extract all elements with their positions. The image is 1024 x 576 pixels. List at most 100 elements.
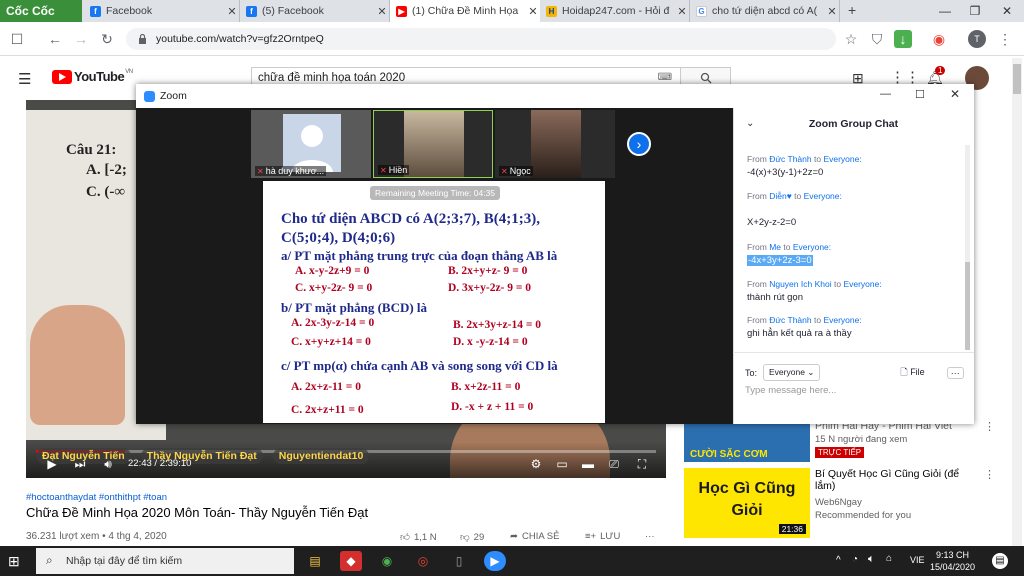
zoom-maximize-icon[interactable]: ☐	[915, 88, 925, 101]
back-icon[interactable]: ←	[46, 30, 64, 48]
notification-center-icon[interactable]: ▤	[992, 553, 1008, 569]
dislike-count: 29	[473, 531, 485, 543]
taskbar-clock[interactable]: 9:13 CH 15/04/2020	[930, 549, 975, 573]
zoom-titlebar: Zoom	[136, 84, 974, 108]
recommendation-meta: Recommended for you	[815, 510, 912, 521]
file-explorer-icon[interactable]: ▤	[304, 551, 326, 571]
profile-avatar[interactable]: T	[968, 30, 986, 48]
add-to-playlist-icon: ≡+	[585, 531, 597, 542]
tab-title: (5) Facebook	[262, 5, 324, 17]
zoom-taskbar-icon[interactable]: ▶	[484, 551, 506, 571]
new-tab-button[interactable]: +	[848, 2, 856, 18]
play-icon[interactable]: ▶	[44, 457, 60, 471]
windows-start-icon[interactable]: ⊞	[8, 553, 20, 570]
taskbar-search-input[interactable]: ⌕ Nhập tại đây để tìm kiếm	[36, 548, 294, 574]
participant-name: Ngọc	[499, 166, 533, 176]
view-count: 36.231 lượt xem • 4 thg 4, 2020	[26, 531, 167, 542]
zoom-close-icon[interactable]: ✕	[950, 87, 960, 101]
cast-icon[interactable]: ⎚	[606, 457, 622, 471]
option: A. 2x+z-11 = 0	[291, 381, 361, 393]
zoom-title: Zoom	[160, 90, 187, 102]
hashtags[interactable]: #hoctoanthaydat #onthithpt #toan	[26, 492, 167, 503]
more-options-icon[interactable]: ⋮	[984, 468, 995, 481]
minimize-icon[interactable]: —	[930, 0, 960, 22]
address-bar[interactable]: youtube.com/watch?v=gfz2OrntpeQ	[126, 28, 836, 50]
language-indicator[interactable]: VIE	[910, 555, 925, 565]
zoom-minimize-icon[interactable]: —	[880, 88, 891, 100]
recommendation-thumbnail[interactable]: Học Gì Cũng Giỏi 21:36	[684, 468, 810, 538]
tray-chevron-icon[interactable]: ^	[836, 555, 841, 566]
remaining-time-badge: Remaining Meeting Time: 04:35	[370, 186, 501, 200]
close-tab-icon[interactable]: ✕	[526, 5, 540, 18]
page-scrollbar[interactable]	[1012, 58, 1022, 546]
like-button[interactable]: 👍︎ 1,1 N	[400, 531, 437, 544]
youtube-logo[interactable]: YouTube VN	[52, 69, 133, 84]
recipient-dropdown[interactable]: Everyone ⌄	[763, 364, 821, 381]
option: B. 2x+y+z- 9 = 0	[448, 265, 528, 277]
next-participants-button[interactable]: ›	[627, 132, 651, 156]
coccoc-logo[interactable]: Cốc Cốc	[0, 0, 82, 22]
file-button[interactable]: 🗋︎ File	[900, 365, 924, 381]
close-window-icon[interactable]: ✕	[992, 0, 1022, 22]
video-time: 22:43 / 2:39:10	[128, 458, 192, 469]
chat-more-icon[interactable]: ···	[946, 366, 964, 379]
participant-tile[interactable]: hà duy khươ...	[251, 110, 371, 178]
download-icon[interactable]: ↓	[894, 30, 912, 48]
option: A. 2x-3y-z-14 = 0	[291, 317, 375, 329]
speaker-icon[interactable]: 🔈︎	[868, 553, 875, 566]
miniplayer-icon[interactable]: ▭	[554, 457, 570, 471]
share-button[interactable]: ➦ CHIA SẺ	[510, 531, 559, 542]
facebook-icon: f	[246, 5, 257, 17]
shield-icon[interactable]: ⛉	[868, 30, 886, 48]
participant-tile[interactable]: Ngọc	[495, 110, 615, 178]
zoom-logo-icon	[144, 90, 155, 102]
reload-icon[interactable]: ↻	[98, 30, 116, 48]
chat-message-input[interactable]: Type message here...	[745, 385, 836, 396]
chat-scrollbar-thumb[interactable]	[965, 262, 970, 350]
maximize-icon[interactable]: ❐	[960, 0, 990, 22]
close-tab-icon[interactable]: ✕	[375, 5, 389, 18]
close-tab-icon[interactable]: ✕	[675, 5, 689, 18]
tray-app-icon[interactable]: ◔	[852, 554, 858, 565]
forward-icon[interactable]: →	[72, 30, 90, 48]
tab-facebook-2[interactable]: f (5) Facebook ✕	[240, 0, 390, 22]
close-tab-icon[interactable]: ✕	[225, 5, 239, 18]
game-app-icon[interactable]: ◆	[340, 551, 362, 571]
next-icon[interactable]: ⏭	[72, 457, 88, 471]
close-tab-icon[interactable]: ✕	[825, 5, 839, 18]
dislike-button[interactable]: 👎︎ 29	[460, 531, 485, 544]
hamburger-menu-icon[interactable]: ☰	[18, 70, 31, 88]
save-button[interactable]: ≡+ LƯU	[585, 531, 620, 542]
more-actions-icon[interactable]: ···	[645, 531, 655, 542]
tab-youtube[interactable]: ▶ (1) Chữa Đề Minh Họa ✕	[390, 0, 540, 22]
scrollbar-thumb[interactable]	[1013, 64, 1021, 94]
thumbs-down-icon: 👎︎	[460, 532, 470, 543]
bookmark-star-icon[interactable]: ☆	[842, 30, 860, 48]
tab-google[interactable]: G cho tứ diện abcd có A( ✕	[690, 0, 840, 22]
message-from: From Me to Everyone:	[747, 242, 832, 252]
tab-facebook-1[interactable]: f Facebook ✕	[84, 0, 240, 22]
keyboard-icon[interactable]: ⌨	[658, 72, 672, 83]
fullscreen-icon[interactable]: ⛶	[634, 457, 650, 471]
theater-mode-icon[interactable]: ▬	[580, 457, 596, 471]
settings-gear-icon[interactable]: ⚙	[528, 457, 544, 471]
sidebar-toggle-icon[interactable]: ☐	[8, 30, 26, 48]
coccoc-taskbar-icon[interactable]: ◉	[376, 551, 398, 571]
message-from: From Đức Thành to Everyone:	[747, 154, 862, 164]
menu-kebab-icon[interactable]: ⋮	[996, 30, 1014, 48]
more-options-icon[interactable]: ⋮	[984, 420, 995, 433]
recommendation-title[interactable]: Bí Quyết Học Gì Cũng Giỏi (để lắm)	[815, 468, 965, 492]
option: D. 3x+y-2z- 9 = 0	[448, 282, 532, 294]
message-text: X+2y-z-2=0	[747, 217, 797, 228]
chrome-taskbar-icon[interactable]: ◎	[412, 551, 434, 571]
volume-icon[interactable]: 🔊︎	[100, 457, 116, 471]
participant-tile[interactable]: Hiền	[373, 110, 493, 178]
recommendation-thumbnail[interactable]: CƯỜI SẶC CƠM	[684, 424, 810, 462]
question-b: b/ PT mặt phẳng (BCD) là	[281, 300, 428, 315]
tab-hoidap247[interactable]: H Hoidap247.com - Hỏi đ ✕	[540, 0, 690, 22]
option: B. x+2z-11 = 0	[451, 381, 521, 393]
network-icon[interactable]: ⌂	[886, 553, 892, 564]
chrome-extension-icon[interactable]: ◉	[930, 30, 948, 48]
app-taskbar-icon[interactable]: ▯	[448, 551, 470, 571]
option: A. x-y-2z+9 = 0	[295, 265, 370, 277]
